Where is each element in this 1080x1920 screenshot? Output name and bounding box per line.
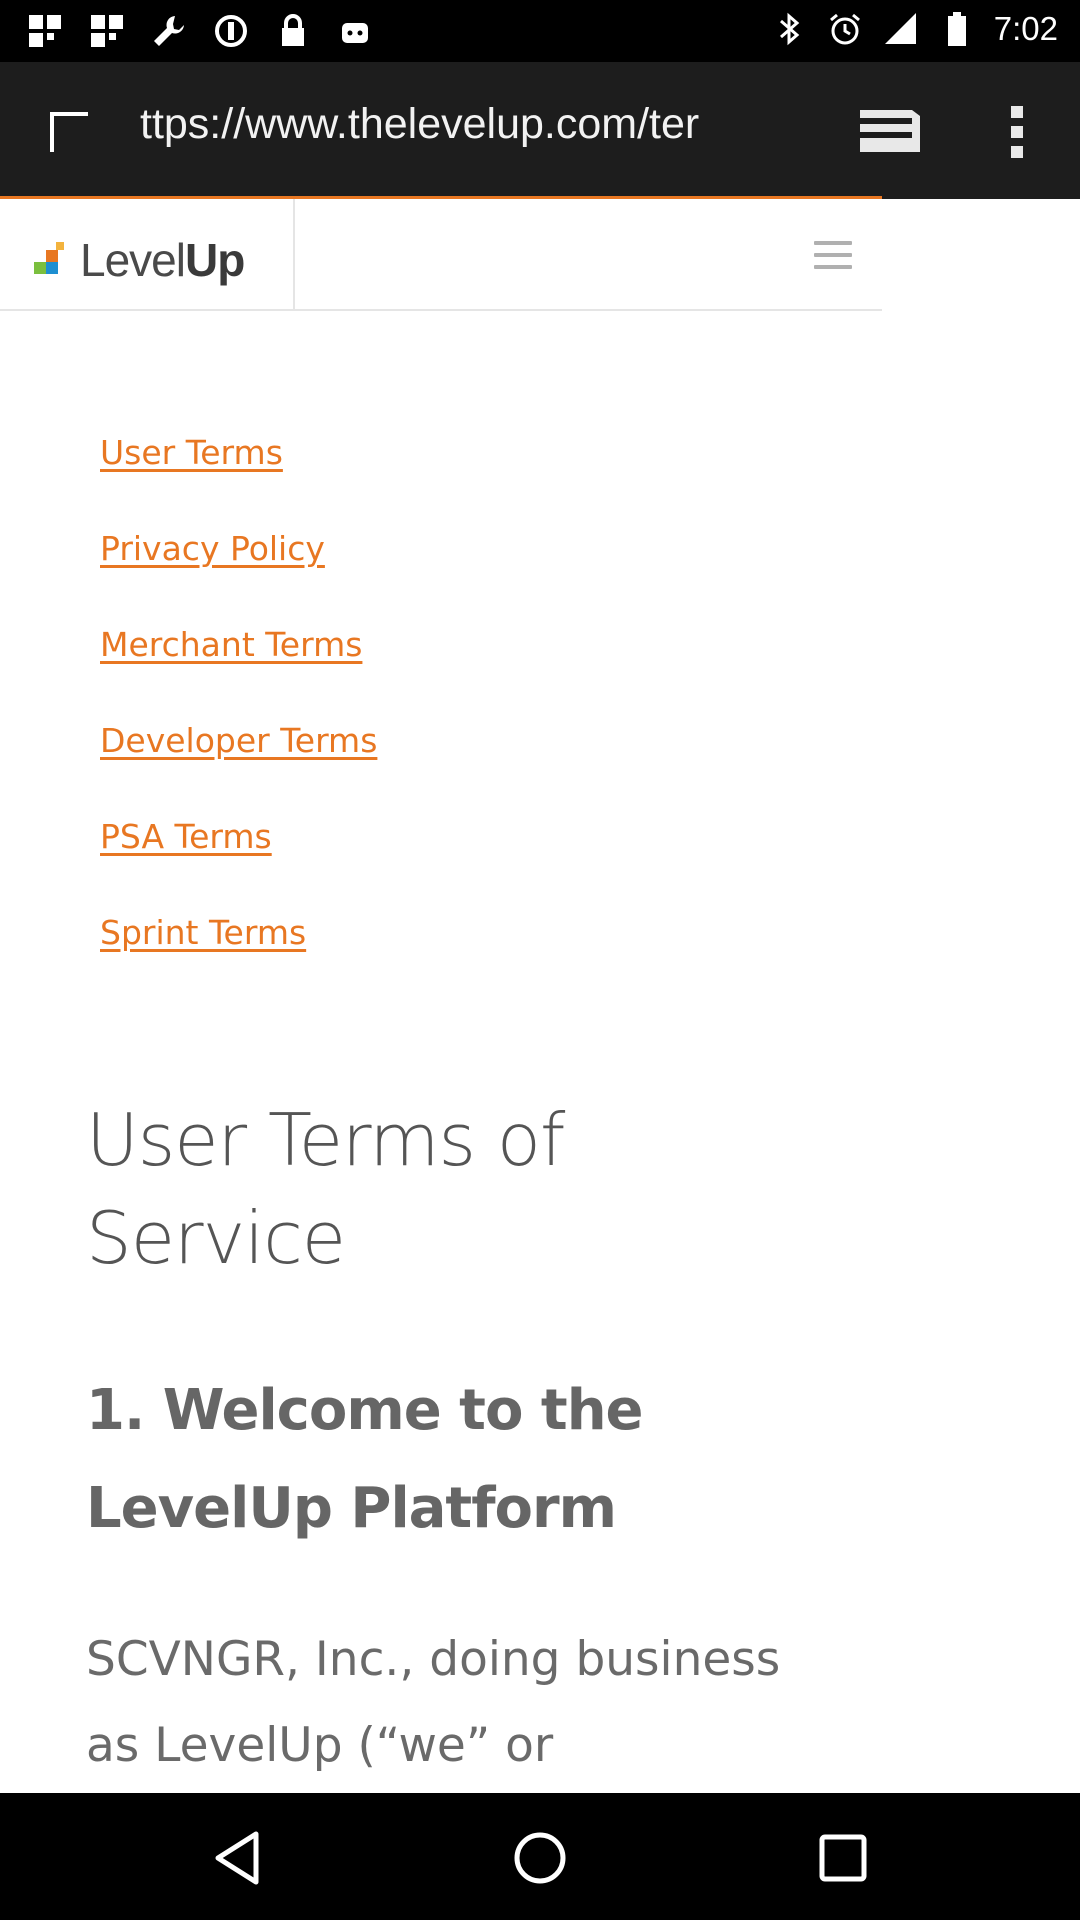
home-button[interactable] [505, 1823, 575, 1893]
system-nav-bar [0, 1793, 1080, 1920]
link-developer-terms[interactable]: Developer Terms [100, 719, 377, 815]
site-menu-icon[interactable] [814, 241, 852, 271]
battery-icon [938, 10, 976, 48]
section-heading: 1. Welcome to the LevelUp Platform [86, 1378, 644, 1541]
terms-link-list: User Terms Privacy Policy Merchant Terms… [100, 431, 377, 1007]
bluetooth-icon [770, 10, 808, 48]
alarm-icon [826, 10, 864, 48]
page-title: User Terms of Service [86, 1098, 565, 1280]
levelup-logo-icon [34, 242, 70, 278]
lock-icon [274, 12, 312, 50]
notification-icons [26, 12, 374, 50]
wrench-icon [150, 12, 188, 50]
android-icon [336, 12, 374, 50]
link-sprint-terms[interactable]: Sprint Terms [100, 911, 377, 1007]
url-bar[interactable]: ttps://www.thelevelup.com/ter [140, 100, 810, 149]
overflow-menu-icon[interactable] [1000, 102, 1036, 162]
recents-button[interactable] [808, 1823, 878, 1893]
reader-mode-icon[interactable] [858, 106, 922, 162]
header-divider [293, 199, 295, 311]
signal-icon [882, 10, 920, 48]
browser-toolbar: ttps://www.thelevelup.com/ter [0, 62, 1080, 200]
system-icons: 7:02 [770, 10, 1058, 48]
link-merchant-terms[interactable]: Merchant Terms [100, 623, 377, 719]
status-bar: 7:02 [0, 0, 1080, 62]
link-psa-terms[interactable]: PSA Terms [100, 815, 377, 911]
web-page: LevelUp User Terms Privacy Policy Mercha… [0, 199, 1080, 1793]
blocked-icon [212, 12, 250, 50]
clock: 7:02 [993, 10, 1058, 47]
back-button[interactable] [202, 1823, 272, 1893]
logo-text: LevelUp [80, 234, 245, 286]
body-paragraph: SCVNGR, Inc., doing business as LevelUp … [86, 1632, 781, 1773]
google-plus-icon [26, 12, 64, 50]
tab-switcher-icon[interactable] [46, 106, 106, 160]
link-user-terms[interactable]: User Terms [100, 431, 377, 527]
google-plus-icon [88, 12, 126, 50]
site-header: LevelUp [0, 199, 882, 311]
link-privacy-policy[interactable]: Privacy Policy [100, 527, 377, 623]
levelup-logo[interactable]: LevelUp [34, 233, 245, 287]
